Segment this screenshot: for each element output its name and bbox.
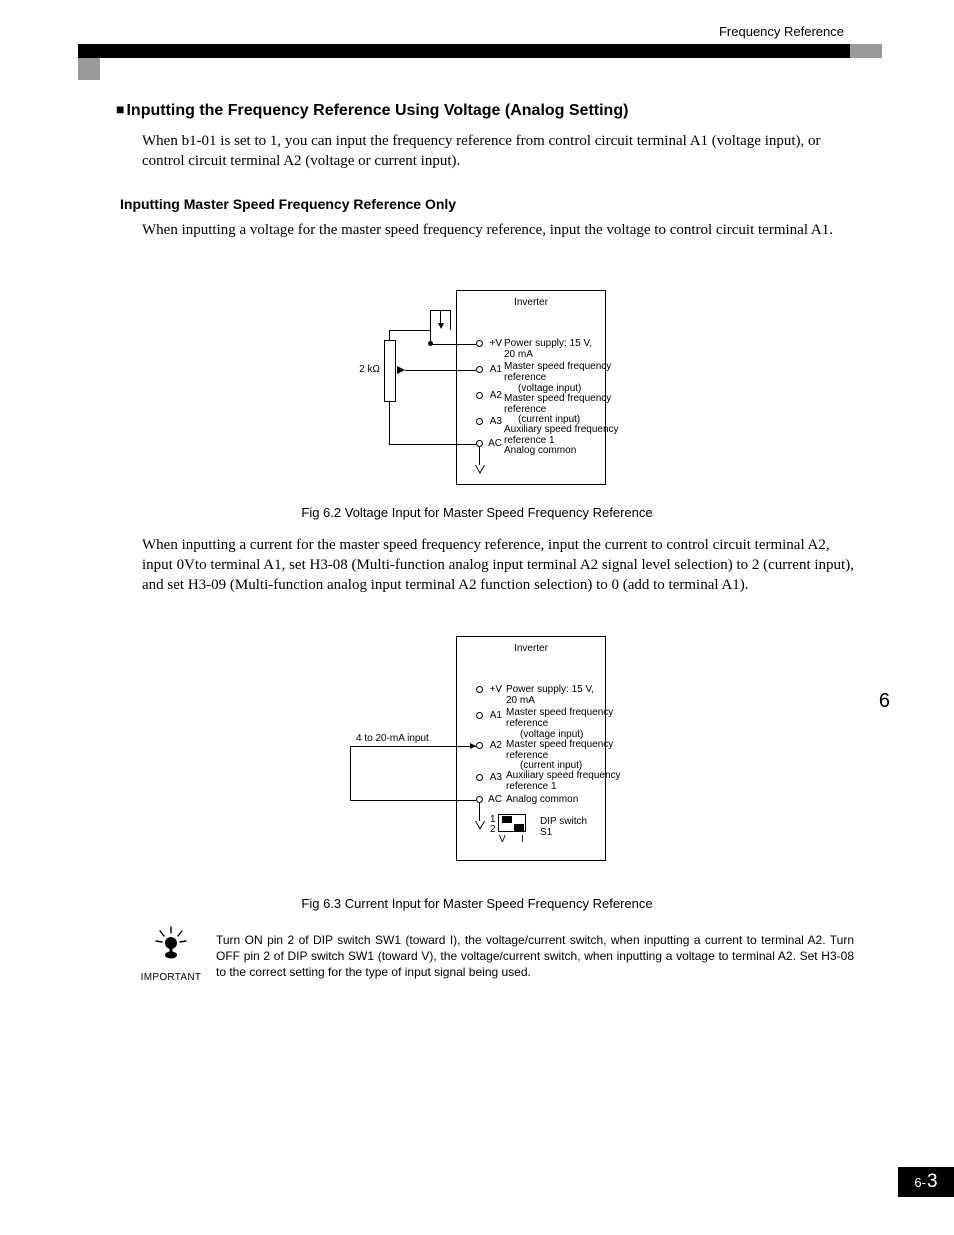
section-heading-text: Inputting the Frequency Reference Using … bbox=[126, 102, 628, 119]
desc2-a3-b: reference 1 bbox=[506, 781, 557, 792]
desc2-a1-b: reference bbox=[506, 718, 548, 729]
dip-label-a: DIP switch bbox=[540, 816, 587, 827]
inverter-label: Inverter bbox=[457, 297, 605, 308]
figure-6-3-caption: Fig 6.3 Current Input for Master Speed F… bbox=[0, 896, 954, 911]
desc2-v-a: Power supply: 15 V, bbox=[506, 684, 594, 695]
dip-label-b: S1 bbox=[540, 827, 552, 838]
desc2-v-b: 20 mA bbox=[506, 695, 535, 706]
desc-a2-a: Master speed frequency bbox=[504, 393, 611, 404]
pin-v-2: +V bbox=[484, 684, 502, 695]
desc2-ac: Analog common bbox=[506, 794, 626, 805]
paragraph-intro: When b1-01 is set to 1, you can input th… bbox=[142, 131, 854, 171]
figure-6-3: Inverter +V A1 A2 A3 AC Power supply: 15… bbox=[0, 636, 954, 876]
figure-6-2-caption: Fig 6.2 Voltage Input for Master Speed F… bbox=[0, 505, 954, 520]
subsection-heading: Inputting Master Speed Frequency Referen… bbox=[120, 196, 456, 212]
page-prefix: 6- bbox=[914, 1175, 926, 1190]
important-icon: IMPORTANT bbox=[140, 925, 202, 983]
page-number-box: 6-3 bbox=[898, 1167, 954, 1197]
paragraph-voltage: When inputting a voltage for the master … bbox=[142, 220, 854, 240]
inverter-label-2: Inverter bbox=[457, 643, 605, 654]
section-heading: ■Inputting the Frequency Reference Using… bbox=[116, 101, 628, 120]
pin-v: +V bbox=[484, 338, 502, 349]
pin-a2-2: A2 bbox=[484, 740, 502, 751]
pin-a3-2: A3 bbox=[484, 772, 502, 783]
pin-a1: A1 bbox=[484, 364, 502, 375]
paragraph-current: When inputting a current for the master … bbox=[142, 535, 854, 595]
desc-v-a: Power supply: 15 V, bbox=[504, 338, 592, 349]
important-label: IMPORTANT bbox=[140, 972, 202, 983]
desc2-a1-a: Master speed frequency bbox=[506, 707, 613, 718]
current-input-label: 4 to 20-mA input bbox=[356, 733, 466, 744]
dip-i: I bbox=[521, 834, 531, 845]
pin-ac: AC bbox=[484, 438, 502, 449]
pin-a2: A2 bbox=[484, 390, 502, 401]
pin-ac-2: AC bbox=[484, 794, 502, 805]
dip-2: 2 bbox=[490, 824, 498, 835]
desc-ac: Analog common bbox=[504, 445, 624, 456]
desc-v-b: 20 mA bbox=[504, 349, 533, 360]
header-rule bbox=[78, 44, 882, 58]
important-text: Turn ON pin 2 of DIP switch SW1 (toward … bbox=[216, 932, 854, 980]
header-running-title: Frequency Reference bbox=[719, 24, 844, 39]
dip-v: V bbox=[499, 834, 509, 845]
figure-6-2: Inverter +V A1 A2 A3 AC Power supply: 15… bbox=[0, 290, 954, 490]
desc2-a3-a: Auxiliary speed frequency bbox=[506, 770, 621, 781]
pin-a3: A3 bbox=[484, 416, 502, 427]
desc-a3-a: Auxiliary speed frequency bbox=[504, 424, 619, 435]
desc2-a2-a: Master speed frequency bbox=[506, 739, 613, 750]
pin-a1-2: A1 bbox=[484, 710, 502, 721]
desc-a1-a: Master speed frequency bbox=[504, 361, 611, 372]
page-number: 3 bbox=[927, 1171, 938, 1193]
desc-a1-b: reference bbox=[504, 372, 546, 383]
chapter-side-number: 6 bbox=[879, 690, 890, 713]
header-tab bbox=[78, 58, 100, 80]
pot-label: 2 kΩ bbox=[354, 364, 380, 375]
header-rule-accent bbox=[850, 44, 882, 58]
